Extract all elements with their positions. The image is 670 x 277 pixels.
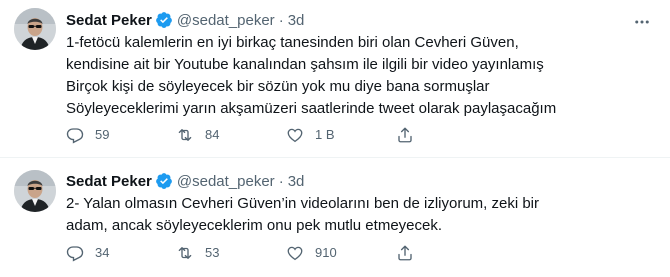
reply-icon bbox=[66, 244, 84, 262]
author-handle[interactable]: @sedat_peker bbox=[177, 173, 275, 190]
tweet-header: Sedat Peker @sedat_peker · 3d bbox=[66, 10, 304, 30]
share-button[interactable] bbox=[396, 244, 506, 262]
verified-badge-icon bbox=[155, 172, 173, 190]
reply-button[interactable]: 34 bbox=[66, 244, 176, 262]
tweet-timestamp[interactable]: 3d bbox=[288, 173, 305, 190]
reply-icon bbox=[66, 126, 84, 144]
retweet-button[interactable]: 53 bbox=[176, 244, 286, 262]
heart-icon bbox=[286, 126, 304, 144]
retweet-icon bbox=[176, 126, 194, 144]
retweet-icon bbox=[176, 244, 194, 262]
author-handle[interactable]: @sedat_peker bbox=[177, 12, 275, 29]
tweet-actions: 34 53 910 bbox=[66, 243, 506, 263]
profile-avatar-icon bbox=[14, 170, 56, 212]
more-options-icon[interactable] bbox=[630, 10, 654, 34]
reply-count: 34 bbox=[95, 245, 110, 260]
share-button[interactable] bbox=[396, 126, 506, 144]
avatar[interactable] bbox=[14, 8, 56, 50]
tweet-text: 2- Yalan olmasın Cevheri Güven’in videol… bbox=[66, 195, 540, 234]
reply-count: 59 bbox=[95, 127, 110, 142]
tweet-header: Sedat Peker @sedat_peker · 3d bbox=[66, 171, 304, 191]
retweet-count: 53 bbox=[205, 245, 220, 260]
like-button[interactable]: 910 bbox=[286, 244, 396, 262]
heart-icon bbox=[286, 244, 304, 262]
tweet[interactable]: Sedat Peker @sedat_peker · 3d 2- Yalan o… bbox=[0, 158, 670, 277]
retweet-count: 84 bbox=[205, 127, 220, 142]
retweet-button[interactable]: 84 bbox=[176, 126, 286, 144]
avatar[interactable] bbox=[14, 170, 56, 212]
share-icon bbox=[396, 244, 414, 262]
tweet-actions: 59 84 1 B bbox=[66, 125, 506, 145]
like-count: 1 B bbox=[315, 127, 335, 142]
tweet-text: 1-fetöcü kalemlerin en iyi birkaç tanesi… bbox=[66, 34, 557, 117]
separator-dot: · bbox=[278, 11, 284, 29]
tweet-thread: Sedat Peker @sedat_peker · 3d 1-fetöcü k… bbox=[0, 0, 670, 277]
verified-badge-icon bbox=[155, 11, 173, 29]
author-name[interactable]: Sedat Peker bbox=[66, 173, 152, 190]
profile-avatar-icon bbox=[14, 8, 56, 50]
author-name[interactable]: Sedat Peker bbox=[66, 12, 152, 29]
tweet-timestamp[interactable]: 3d bbox=[288, 12, 305, 29]
reply-button[interactable]: 59 bbox=[66, 126, 176, 144]
share-icon bbox=[396, 126, 414, 144]
like-button[interactable]: 1 B bbox=[286, 126, 396, 144]
tweet[interactable]: Sedat Peker @sedat_peker · 3d 1-fetöcü k… bbox=[0, 0, 670, 157]
like-count: 910 bbox=[315, 245, 337, 260]
separator-dot: · bbox=[278, 172, 284, 190]
